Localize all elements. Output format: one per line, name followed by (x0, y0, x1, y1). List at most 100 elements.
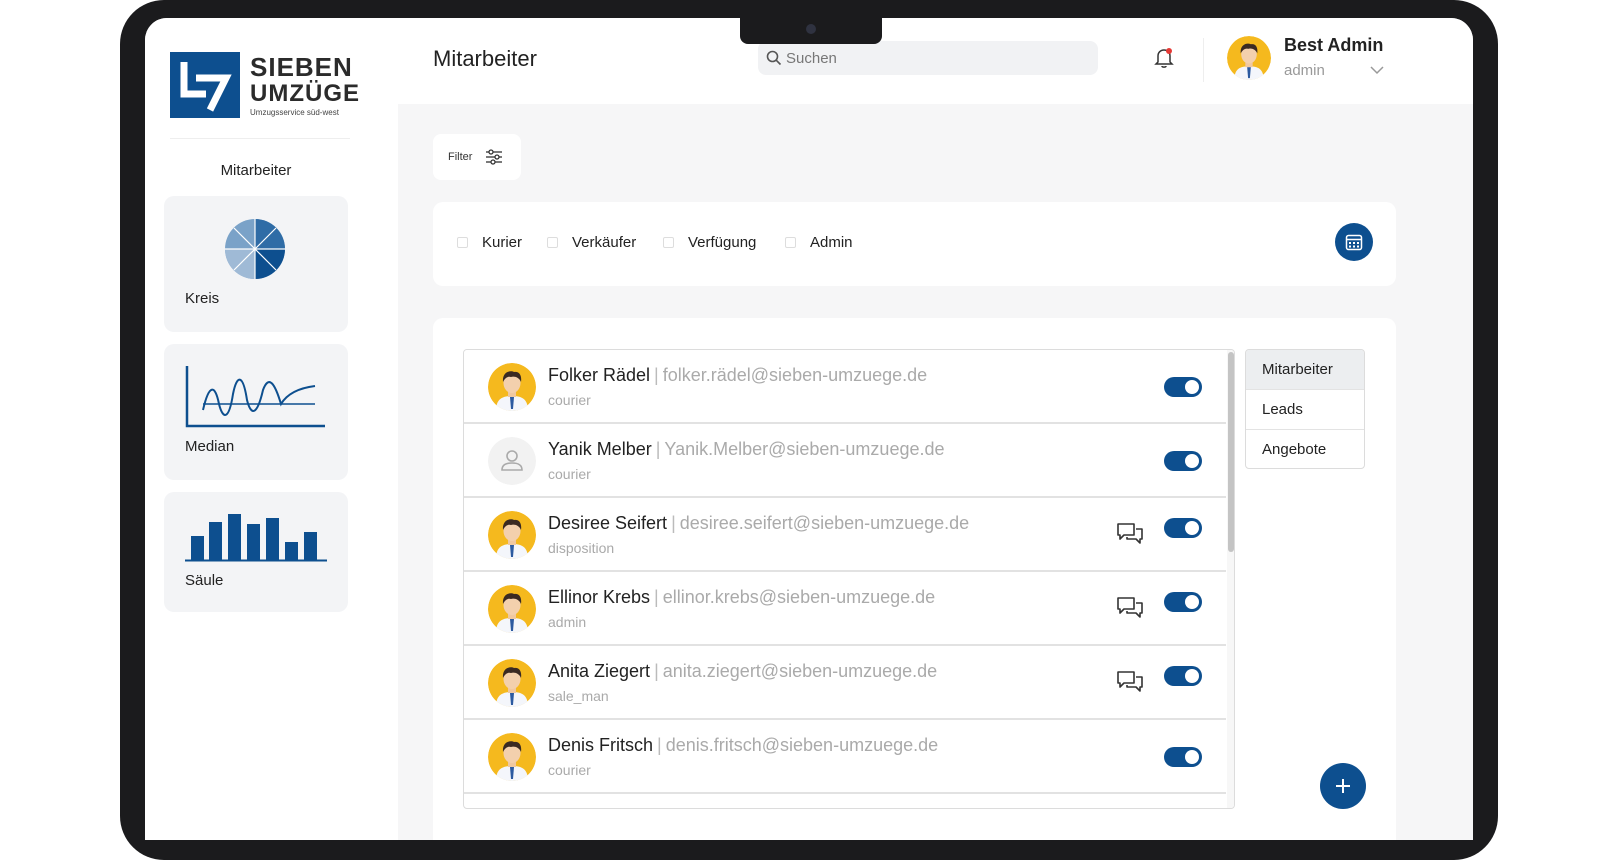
chart-card-median[interactable]: Median (164, 344, 348, 480)
person-avatar-icon (1227, 36, 1271, 80)
pie-chart-icon (225, 219, 285, 279)
add-employee-button[interactable] (1320, 763, 1366, 809)
logo-mark-icon (170, 52, 240, 118)
user-name: Best Admin (1284, 35, 1384, 55)
employee-name: Yanik Melber (548, 439, 652, 459)
role-label: Kurier (482, 233, 523, 251)
employee-name-line: Desiree Seifert | desiree.seifert@sieben-u… (548, 513, 969, 534)
header-divider (1203, 38, 1204, 82)
tab-leads[interactable]: Leads (1246, 390, 1364, 430)
role-checkbox-verfuegung[interactable]: Verfügung (663, 232, 756, 252)
camera-notch (740, 18, 882, 44)
active-toggle[interactable] (1164, 592, 1202, 612)
calendar-button[interactable] (1335, 223, 1373, 261)
person-avatar-icon (488, 363, 536, 411)
separator: | (655, 439, 661, 459)
checkbox[interactable] (663, 236, 674, 248)
separator: | (671, 513, 676, 533)
separator: | (654, 661, 659, 681)
employee-row[interactable]: Yanik Melber | Yanik.Melber@sieben-umzuege… (464, 424, 1226, 498)
employee-name-line: Denis Fritsch | denis.fritsch@sieben-umzue… (548, 735, 938, 756)
chart-card-kreis[interactable]: Kreis (164, 196, 348, 332)
search-icon (766, 50, 782, 66)
scrollbar-thumb[interactable] (1228, 352, 1234, 552)
brand-tagline: Umzugsservice süd-west (250, 108, 339, 117)
employee-role: sale_man (548, 688, 609, 704)
user-menu-toggle[interactable] (1370, 62, 1384, 80)
separator: | (654, 587, 659, 607)
user-role: admin (1284, 62, 1325, 79)
sidebar: SIEBEN UMZÜGE Umzugsservice süd-west Mit… (145, 18, 398, 840)
employee-role: courier (548, 466, 591, 482)
role-checkbox-admin[interactable]: Admin (785, 232, 853, 252)
employee-email[interactable]: anita.ziegert@sieben-umzuege.de (663, 661, 937, 681)
brand-logo[interactable]: SIEBEN UMZÜGE Umzugsservice süd-west (170, 52, 360, 122)
chat-icon (1117, 671, 1143, 692)
chat-button[interactable] (1116, 595, 1144, 624)
employee-name-line: Folker Rädel | folker.rädel@sieben-umzuege… (548, 365, 927, 386)
employee-role: courier (548, 762, 591, 778)
chart-card-label: Median (185, 438, 235, 455)
filter-button[interactable]: Filter (433, 134, 521, 180)
notifications-button[interactable] (1154, 47, 1174, 74)
employee-email[interactable]: desiree.seifert@sieben-umzuege.de (680, 513, 969, 533)
brand-line1: SIEBEN (250, 52, 353, 82)
employee-role: courier (548, 392, 591, 408)
role-checkbox-verkaeufer[interactable]: Verkäufer (547, 232, 636, 252)
employee-name: Desiree Seifert (548, 513, 668, 533)
person-avatar-icon (488, 659, 536, 707)
filter-label: Filter (448, 151, 473, 163)
separator: | (654, 365, 659, 385)
employee-name: Anita Ziegert (548, 661, 651, 681)
employee-name-line: Ellinor Krebs | ellinor.krebs@sieben-umzue… (548, 587, 935, 608)
employee-email[interactable]: Yanik.Melber@sieben-umzuege.de (664, 439, 944, 459)
view-tabs: Mitarbeiter Leads Angebote (1245, 349, 1365, 469)
employee-role: admin (548, 614, 587, 630)
search-input[interactable] (786, 41, 1086, 75)
chat-icon (1117, 523, 1143, 544)
line-chart-icon (185, 366, 325, 428)
role-filter-card: Kurier Verkäufer Verfügung Admin (433, 202, 1396, 286)
checkbox[interactable] (457, 236, 468, 248)
chart-card-label: Kreis (185, 290, 220, 307)
employee-row[interactable]: Folker Rädel | folker.rädel@sieben-umzuege… (464, 350, 1226, 424)
user-placeholder-icon (488, 437, 536, 485)
role-checkbox-kurier[interactable]: Kurier (457, 232, 522, 252)
employee-row[interactable]: Ellinor Krebs | ellinor.krebs@sieben-umzue… (464, 572, 1226, 646)
active-toggle[interactable] (1164, 518, 1202, 538)
list-scrollbar[interactable] (1227, 350, 1234, 808)
checkbox[interactable] (785, 236, 796, 248)
employee-email[interactable]: denis.fritsch@sieben-umzuege.de (666, 735, 938, 755)
sliders-icon (486, 149, 502, 165)
employee-avatar (488, 585, 536, 633)
person-avatar-icon (488, 511, 536, 559)
chart-card-saeule[interactable]: Säule (164, 492, 348, 612)
employee-email[interactable]: folker.rädel@sieben-umzuege.de (663, 365, 927, 385)
employee-name: Denis Fritsch (548, 735, 654, 755)
active-toggle[interactable] (1164, 666, 1202, 686)
employee-row[interactable]: Anita Ziegert | anita.ziegert@sieben-umzue… (464, 646, 1226, 720)
employee-list-card: Folker Rädel | folker.rädel@sieben-umzuege… (433, 318, 1396, 840)
employee-name-line: Yanik Melber | Yanik.Melber@sieben-umzuege… (548, 439, 945, 460)
search-box[interactable] (758, 41, 1098, 75)
employee-row[interactable]: Desiree Seifert | desiree.seifert@sieben-u… (464, 498, 1226, 572)
active-toggle[interactable] (1164, 451, 1202, 471)
sidebar-title: Mitarbeiter (220, 162, 292, 179)
bar-chart-icon (185, 514, 327, 562)
user-avatar[interactable] (1227, 36, 1271, 80)
checkbox[interactable] (547, 236, 558, 248)
app-screen: SIEBEN UMZÜGE Umzugsservice süd-west Mit… (145, 18, 1473, 840)
chat-button[interactable] (1116, 669, 1144, 698)
role-label: Verfügung (688, 233, 757, 251)
tab-mitarbeiter[interactable]: Mitarbeiter (1246, 350, 1364, 390)
active-toggle[interactable] (1164, 377, 1202, 397)
chat-icon (1117, 597, 1143, 618)
tab-angebote[interactable]: Angebote (1246, 430, 1364, 468)
bell-icon (1154, 48, 1174, 68)
chat-button[interactable] (1116, 521, 1144, 550)
employee-list: Folker Rädel | folker.rädel@sieben-umzuege… (463, 349, 1235, 809)
employee-row[interactable]: Denis Fritsch | denis.fritsch@sieben-umzue… (464, 720, 1226, 794)
employee-email[interactable]: ellinor.krebs@sieben-umzuege.de (663, 587, 935, 607)
role-label: Verkäufer (572, 233, 637, 251)
active-toggle[interactable] (1164, 747, 1202, 767)
